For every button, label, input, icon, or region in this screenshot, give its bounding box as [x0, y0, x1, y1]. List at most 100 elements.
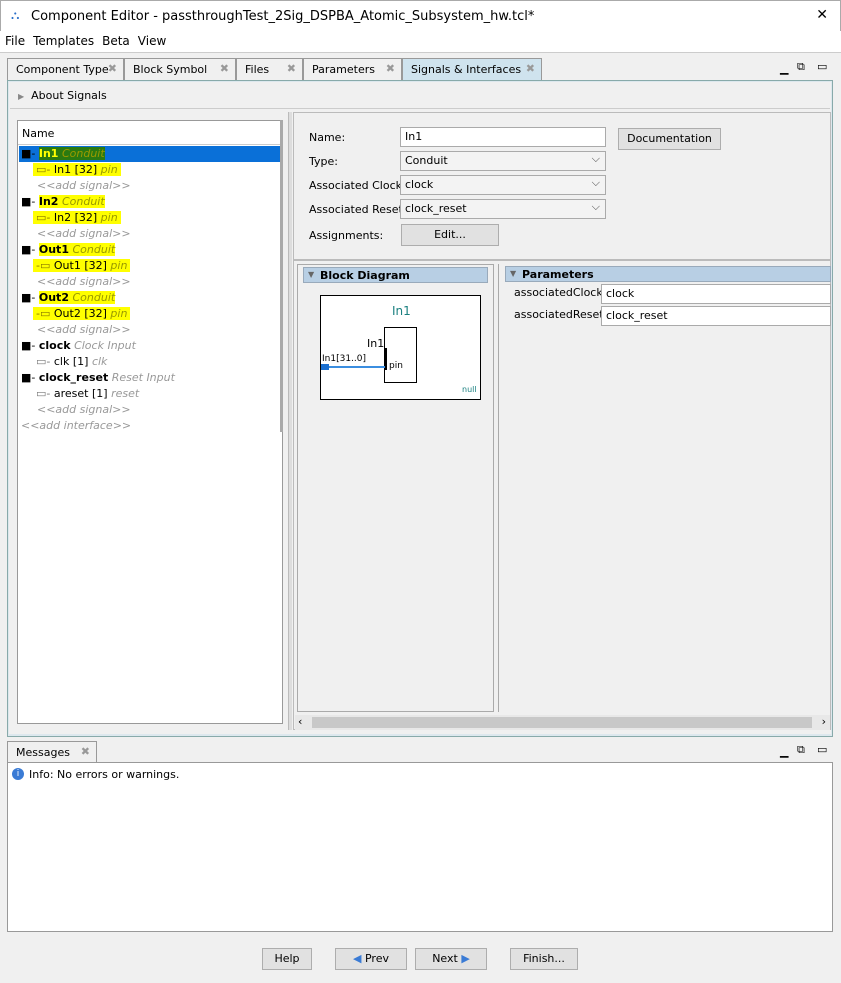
parameters-panel: [498, 264, 831, 712]
tab-signals-interfaces[interactable]: Signals & Interfaces ✖: [402, 58, 542, 80]
interface-icon: ■‑: [21, 195, 36, 208]
tab-block-symbol[interactable]: Block Symbol ✖: [124, 58, 236, 80]
help-button[interactable]: Help: [262, 948, 312, 970]
input-port-icon: ▭‑: [36, 163, 51, 176]
output-port-icon: ‑▭: [36, 307, 51, 320]
close-tab-icon[interactable]: ✖: [108, 62, 117, 75]
tree-row[interactable]: <<add interface>>: [19, 418, 282, 434]
maximize-icon[interactable]: ▭: [817, 60, 827, 73]
signal-role: pin: [110, 259, 128, 272]
scroll-right-icon[interactable]: ›: [822, 715, 826, 728]
name-label: Name:: [309, 131, 346, 144]
tab-messages[interactable]: Messages ✖: [7, 741, 97, 763]
add-signal-link[interactable]: <<add signal>>: [37, 275, 131, 288]
tree-row[interactable]: ▭‑ clk [1] clk: [19, 354, 282, 370]
interface-name: clock_reset: [38, 371, 109, 384]
next-arrow-icon: ▶: [461, 952, 470, 965]
split-divider[interactable]: [288, 112, 292, 730]
name-input[interactable]: In1: [400, 127, 606, 147]
close-tab-icon[interactable]: ✖: [287, 62, 296, 75]
add-signal-link[interactable]: <<add signal>>: [37, 179, 131, 192]
documentation-button[interactable]: Documentation: [618, 128, 721, 150]
scroll-thumb[interactable]: [312, 717, 812, 728]
menu-bar: File Templates Beta View: [0, 31, 841, 53]
tree-row[interactable]: <<add signal>>: [19, 226, 282, 242]
clock-select[interactable]: clock: [400, 175, 606, 195]
prev-label: Prev: [364, 952, 389, 965]
menu-beta[interactable]: Beta: [97, 31, 133, 48]
app-icon: ⛬: [11, 8, 20, 22]
signal-name: In2 [32]: [53, 211, 98, 224]
horizontal-scrollbar[interactable]: ‹ ›: [295, 715, 830, 730]
next-button[interactable]: Next ▶: [415, 948, 487, 970]
tree-row[interactable]: ▭‑ In2 [32] pin: [19, 210, 282, 226]
menu-view[interactable]: View: [133, 31, 169, 48]
interface-icon: ■‑: [21, 147, 36, 160]
block-diagram: In1 In1 In1[31..0] pin null: [320, 295, 481, 400]
parameters-header[interactable]: Parameters: [505, 266, 831, 282]
type-select[interactable]: Conduit: [400, 151, 606, 171]
add-signal-link[interactable]: <<add signal>>: [37, 403, 131, 416]
tree-row[interactable]: ‑▭ Out1 [32] pin: [19, 258, 282, 274]
tree-row[interactable]: ■‑ Out2 Conduit: [19, 290, 282, 306]
tree-row[interactable]: ■‑ Out1 Conduit: [19, 242, 282, 258]
associated-reset-input[interactable]: clock_reset: [601, 306, 831, 326]
tree-row[interactable]: <<add signal>>: [19, 178, 282, 194]
block-diagram-header[interactable]: Block Diagram: [303, 267, 488, 283]
tab-label: Block Symbol: [133, 63, 208, 76]
output-port-icon: ‑▭: [36, 259, 51, 272]
signal-name: clk [1]: [53, 355, 89, 368]
tree-row[interactable]: ■‑ In1 Conduit: [19, 146, 282, 162]
interface-icon: ■‑: [21, 371, 36, 384]
tab-parameters[interactable]: Parameters ✖: [303, 58, 402, 80]
edit-assignments-button[interactable]: Edit...: [401, 224, 499, 246]
finish-button[interactable]: Finish...: [510, 948, 578, 970]
close-tab-icon[interactable]: ✖: [81, 745, 90, 758]
signal-name: In1 [32]: [53, 163, 98, 176]
close-tab-icon[interactable]: ✖: [386, 62, 395, 75]
add-signal-link[interactable]: <<add signal>>: [37, 227, 131, 240]
tree-row[interactable]: ■‑ In2 Conduit: [19, 194, 282, 210]
interface-type: Conduit: [72, 291, 116, 304]
tab-component-type[interactable]: Component Type ✖: [7, 58, 124, 80]
about-signals-toggle[interactable]: ▶ About Signals: [18, 89, 107, 102]
add-interface-link[interactable]: <<add interface>>: [21, 419, 131, 432]
tree-row[interactable]: <<add signal>>: [19, 322, 282, 338]
interface-type: Conduit: [61, 195, 105, 208]
close-tab-icon[interactable]: ✖: [220, 62, 229, 75]
interface-name: Out2: [38, 291, 69, 304]
prev-button[interactable]: ◀ Prev: [335, 948, 407, 970]
close-tab-icon[interactable]: ✖: [526, 62, 535, 75]
menu-file[interactable]: File: [0, 31, 28, 48]
tree-row[interactable]: ■‑ clock_reset Reset Input: [19, 370, 282, 386]
input-port-icon: ▭‑: [36, 355, 51, 368]
interface-icon: ■‑: [21, 339, 36, 352]
minimize-icon[interactable]: ▁: [780, 745, 788, 758]
signal-role: reset: [111, 387, 140, 400]
tree-row[interactable]: ▭‑ In1 [32] pin: [19, 162, 282, 178]
associated-clock-input[interactable]: clock: [601, 284, 831, 304]
tree-row[interactable]: <<add signal>>: [19, 274, 282, 290]
restore-icon[interactable]: ⧉: [797, 743, 805, 757]
about-label: About Signals: [31, 89, 107, 102]
tree-row[interactable]: ▭‑ areset [1] reset: [19, 386, 282, 402]
menu-templates[interactable]: Templates: [28, 31, 97, 48]
diagram-footer: null: [462, 385, 477, 394]
close-button[interactable]: ✕: [816, 7, 828, 23]
tree-row[interactable]: <<add signal>>: [19, 402, 282, 418]
tree-row[interactable]: ■‑ clock Clock Input: [19, 338, 282, 354]
tree-scrollbar[interactable]: [280, 120, 283, 432]
param-label: associatedReset:: [514, 308, 608, 321]
maximize-icon[interactable]: ▭: [817, 743, 827, 756]
tree-row[interactable]: ‑▭ Out2 [32] pin: [19, 306, 282, 322]
interface-name: Out1: [38, 243, 69, 256]
tab-label: Messages: [16, 746, 70, 759]
minimize-icon[interactable]: ▁: [780, 62, 788, 75]
reset-select[interactable]: clock_reset: [400, 199, 606, 219]
restore-icon[interactable]: ⧉: [797, 60, 805, 74]
interface-type: Reset Input: [111, 371, 175, 384]
add-signal-link[interactable]: <<add signal>>: [37, 323, 131, 336]
scroll-left-icon[interactable]: ‹: [298, 715, 302, 728]
expand-icon: ▶: [18, 92, 25, 101]
tab-files[interactable]: Files ✖: [236, 58, 303, 80]
